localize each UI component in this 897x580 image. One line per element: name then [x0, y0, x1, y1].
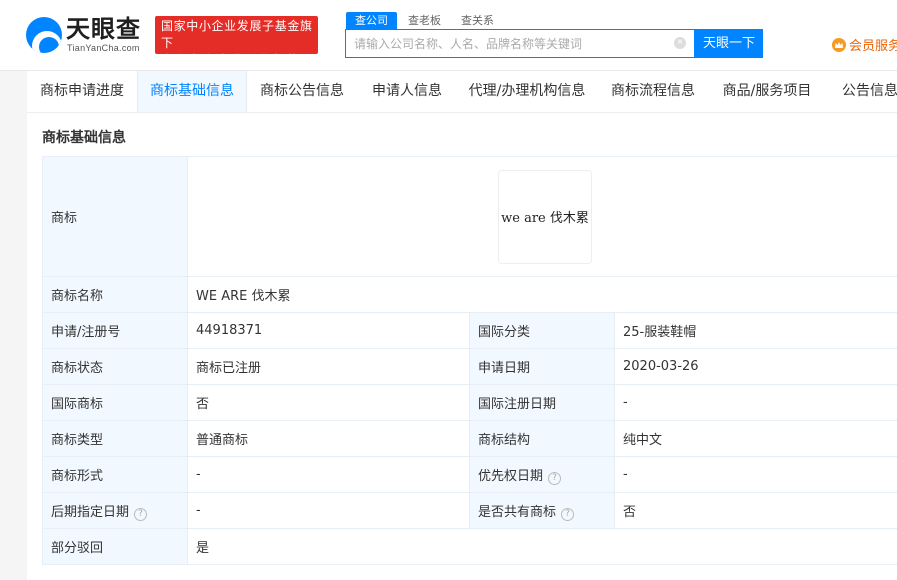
- intl-tm-value: 否: [187, 384, 470, 421]
- table-row: 商标类型 普通商标 商标结构 纯中文: [42, 420, 897, 457]
- trademark-tab-bar: 商标申请进度 商标基础信息 商标公告信息 申请人信息 代理/办理机构信息 商标流…: [27, 71, 897, 113]
- search-input[interactable]: [346, 30, 666, 57]
- tm-type-label: 商标类型: [42, 420, 188, 457]
- tab-applicant-info[interactable]: 申请人信息: [357, 71, 457, 112]
- tm-form-value: -: [187, 456, 470, 493]
- help-icon[interactable]: ?: [561, 507, 575, 521]
- table-row: 国际商标 否 国际注册日期 -: [42, 384, 897, 421]
- logo-text: 天眼查: [66, 15, 141, 43]
- vip-service-link[interactable]: 会员服务: [832, 35, 897, 54]
- table-row: 申请/注册号 44918371 国际分类 25-服装鞋帽: [42, 312, 897, 349]
- status-value: 商标已注册: [187, 348, 470, 385]
- search-button[interactable]: 天眼一下: [695, 29, 763, 58]
- table-row: 商标状态 商标已注册 申请日期 2020-03-26: [42, 348, 897, 385]
- partial-reject-label: 部分驳回: [42, 528, 188, 565]
- later-date-value: -: [187, 492, 470, 529]
- search-box: ×: [345, 29, 695, 58]
- name-label: 商标名称: [42, 276, 188, 313]
- intl-class-value: 25-服装鞋帽: [614, 312, 897, 349]
- search-tab-relation[interactable]: 查关系: [452, 12, 503, 30]
- banner-line-1: 国家中小企业发展子基金旗下: [161, 19, 312, 50]
- priority-date-label-cell: 优先权日期?: [469, 456, 615, 493]
- table-row: 部分驳回 是: [42, 528, 897, 565]
- search-type-tabs: 查公司 查老板 查关系: [346, 11, 505, 30]
- later-date-label-cell: 后期指定日期?: [42, 492, 188, 529]
- name-value: WE ARE 伐木累: [187, 276, 897, 313]
- tab-notice-info[interactable]: 公告信息: [825, 71, 897, 112]
- table-row: 商标形式 - 优先权日期? -: [42, 456, 897, 493]
- tab-process-info[interactable]: 商标流程信息: [597, 71, 709, 112]
- table-row: 后期指定日期? - 是否共有商标? 否: [42, 492, 897, 529]
- tianyancha-logo[interactable]: 天眼查 TianYanCha.com: [26, 15, 148, 55]
- shared-label: 是否共有商标: [478, 504, 557, 520]
- clear-icon[interactable]: ×: [674, 37, 686, 49]
- tab-agency-info[interactable]: 代理/办理机构信息: [457, 71, 597, 112]
- priority-date-value: -: [614, 456, 897, 493]
- priority-date-label: 优先权日期: [478, 468, 544, 484]
- main-content: 商标基础信息 商标 we are 伐木累 商标名称 WE ARE 伐木累 申请/…: [27, 113, 897, 580]
- search-tab-boss[interactable]: 查老板: [399, 12, 450, 30]
- tab-goods-services[interactable]: 商品/服务项目: [709, 71, 825, 112]
- section-title: 商标基础信息: [42, 130, 126, 146]
- tm-type-value: 普通商标: [187, 420, 470, 457]
- help-icon[interactable]: ?: [548, 471, 562, 485]
- intl-reg-date-value: -: [614, 384, 897, 421]
- trademark-image-cell: we are 伐木累: [187, 156, 897, 277]
- intl-tm-label: 国际商标: [42, 384, 188, 421]
- trademark-image-text: we are 伐木累: [501, 211, 589, 226]
- logo-eye-icon: [26, 17, 62, 53]
- tm-struct-label: 商标结构: [469, 420, 615, 457]
- trademark-image[interactable]: we are 伐木累: [498, 169, 592, 264]
- trademark-label: 商标: [42, 156, 188, 277]
- vip-label: 会员服务: [849, 39, 897, 54]
- status-label: 商标状态: [42, 348, 188, 385]
- intl-reg-date-label: 国际注册日期: [469, 384, 615, 421]
- apply-date-value: 2020-03-26: [614, 348, 897, 385]
- tab-application-progress[interactable]: 商标申请进度: [27, 71, 137, 112]
- reg-no-value: 44918371: [187, 312, 470, 349]
- official-banner[interactable]: 国家中小企业发展子基金旗下 官方备案企业征信机构: [155, 16, 318, 67]
- tab-announcement-info[interactable]: 商标公告信息: [247, 71, 357, 112]
- crown-icon: [832, 38, 846, 52]
- tm-struct-value: 纯中文: [614, 420, 897, 457]
- later-date-label: 后期指定日期: [51, 504, 130, 520]
- table-row: 商标名称 WE ARE 伐木累: [42, 276, 897, 313]
- apply-date-label: 申请日期: [469, 348, 615, 385]
- shared-label-cell: 是否共有商标?: [469, 492, 615, 529]
- help-icon[interactable]: ?: [134, 507, 148, 521]
- intl-class-label: 国际分类: [469, 312, 615, 349]
- trademark-info-table: 商标 we are 伐木累 商标名称 WE ARE 伐木累 申请/注册号 449…: [42, 156, 897, 565]
- partial-reject-value: 是: [187, 528, 897, 565]
- tab-basic-info[interactable]: 商标基础信息: [137, 71, 247, 112]
- top-header: 天眼查 TianYanCha.com 国家中小企业发展子基金旗下 官方备案企业征…: [0, 0, 897, 71]
- shared-value: 否: [614, 492, 897, 529]
- tm-form-label: 商标形式: [42, 456, 188, 493]
- banner-line-2: 官方备案企业征信机构: [161, 53, 302, 67]
- reg-no-label: 申请/注册号: [42, 312, 188, 349]
- logo-domain: TianYanCha.com: [67, 43, 140, 53]
- search-tab-company[interactable]: 查公司: [346, 12, 397, 30]
- table-row: 商标 we are 伐木累: [42, 156, 897, 277]
